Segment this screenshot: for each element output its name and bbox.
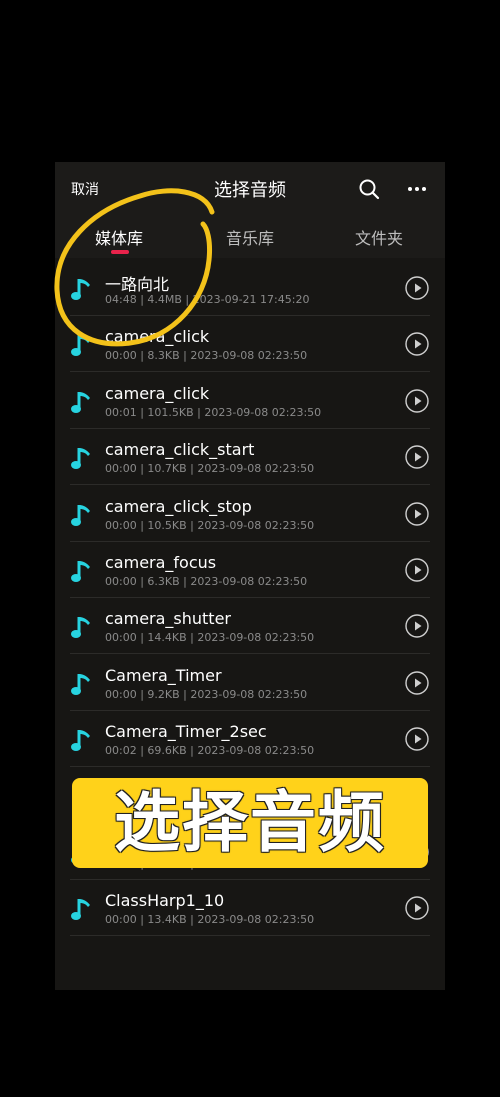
music-note-icon xyxy=(71,391,90,413)
tab-folder[interactable]: 文件夹 xyxy=(355,225,403,249)
play-icon[interactable] xyxy=(405,558,429,582)
header-bar: 取消 选择音频 xyxy=(55,162,445,214)
play-icon[interactable] xyxy=(405,614,429,639)
play-icon[interactable] xyxy=(405,389,429,413)
music-note-icon xyxy=(71,504,90,526)
play-icon[interactable] xyxy=(405,332,429,357)
audio-meta: 00:00 | 8.3KB | 2023-09-08 02:23:50 xyxy=(105,349,308,363)
audio-list-item[interactable]: camera_click 00:01 | 101.5KB | 2023-09-08… xyxy=(55,373,445,429)
audio-list-item[interactable]: ClassHarp1_10 00:00 | 13.4KB | 2023-09-08… xyxy=(55,880,445,937)
play-icon[interactable] xyxy=(405,445,429,469)
play-icon[interactable] xyxy=(405,896,429,921)
audio-list-item[interactable]: camera_shutter 00:00 | 14.4KB | 2023-09-0… xyxy=(55,598,445,655)
active-tab-indicator xyxy=(111,250,129,254)
audio-title: camera_click xyxy=(105,383,210,403)
audio-title: camera_click_start xyxy=(105,440,255,460)
music-note-icon xyxy=(71,673,90,695)
audio-meta: 00:00 | 6.3KB | 2023-09-08 02:23:50 xyxy=(105,575,308,588)
audio-title: camera_shutter xyxy=(105,609,231,629)
audio-meta: 04:48 | 4.4MB | 2023-09-21 17:45:20 xyxy=(105,293,310,306)
audio-meta: 00:01 | 101.5KB | 2023-09-08 02:23:50 xyxy=(105,405,322,419)
audio-meta: 00:00 | 10.5KB | 2023-09-08 02:23:50 xyxy=(105,518,315,532)
play-icon[interactable] xyxy=(405,727,429,751)
row-divider xyxy=(70,766,430,768)
audio-list-item[interactable]: camera_click 00:00 | 8.3KB | 2023-09-08 0… xyxy=(55,316,445,373)
play-icon[interactable] xyxy=(405,276,429,300)
more-icon[interactable] xyxy=(405,177,429,201)
audio-title: Camera_Timer xyxy=(105,665,222,685)
music-note-icon xyxy=(71,279,90,300)
music-note-icon xyxy=(71,617,90,639)
audio-list-item[interactable]: camera_focus 00:00 | 6.3KB | 2023-09-08 0… xyxy=(55,542,445,598)
page-title: 选择音频 xyxy=(214,180,286,201)
audio-title: camera_focus xyxy=(105,553,217,572)
music-note-icon xyxy=(71,448,90,470)
tab-music-library[interactable]: 音乐库 xyxy=(226,225,274,249)
banner-text: 选择音频 xyxy=(114,784,386,861)
audio-meta: 00:00 | 10.7KB | 2023-09-08 02:23:50 xyxy=(105,462,315,476)
audio-list-item[interactable]: 一路向北 04:48 | 4.4MB | 2023-09-21 17:45:20 xyxy=(55,260,445,316)
audio-meta: 00:00 | 14.4KB | 2023-09-08 02:23:50 xyxy=(105,631,315,645)
tab-media-library[interactable]: 媒体库 xyxy=(95,225,143,249)
audio-list-item[interactable]: Camera_Timer 00:00 | 9.2KB | 2023-09-08 0… xyxy=(55,655,445,711)
audio-meta: 00:00 | 9.2KB | 2023-09-08 02:23:50 xyxy=(105,687,308,701)
audio-title: ClassHarp1_10 xyxy=(105,891,225,911)
audio-list-item[interactable]: Camera_Timer_2sec 00:02 | 69.6KB | 2023-0… xyxy=(55,711,445,768)
search-icon[interactable] xyxy=(357,177,381,201)
audio-list-item[interactable]: camera_click_stop 00:00 | 10.5KB | 2023-0… xyxy=(55,486,445,542)
audio-title: camera_click_stop xyxy=(105,496,252,516)
music-note-icon xyxy=(71,730,90,752)
play-icon[interactable] xyxy=(405,501,429,526)
audio-title: 一路向北 xyxy=(105,275,170,294)
music-note-icon xyxy=(71,899,90,921)
music-note-icon xyxy=(71,561,90,582)
play-icon[interactable] xyxy=(405,671,429,695)
title-banner: 选择音频 xyxy=(72,778,428,868)
audio-meta: 00:02 | 69.6KB | 2023-09-08 02:23:50 xyxy=(105,744,315,758)
audio-title: camera_click xyxy=(105,327,210,347)
row-divider xyxy=(70,935,430,937)
audio-title: Camera_Timer_2sec xyxy=(105,722,267,742)
audio-list-item[interactable]: camera_click_start 00:00 | 10.7KB | 2023-… xyxy=(55,429,445,486)
music-note-icon xyxy=(71,335,90,357)
audio-meta: 00:00 | 13.4KB | 2023-09-08 02:23:50 xyxy=(105,913,315,927)
